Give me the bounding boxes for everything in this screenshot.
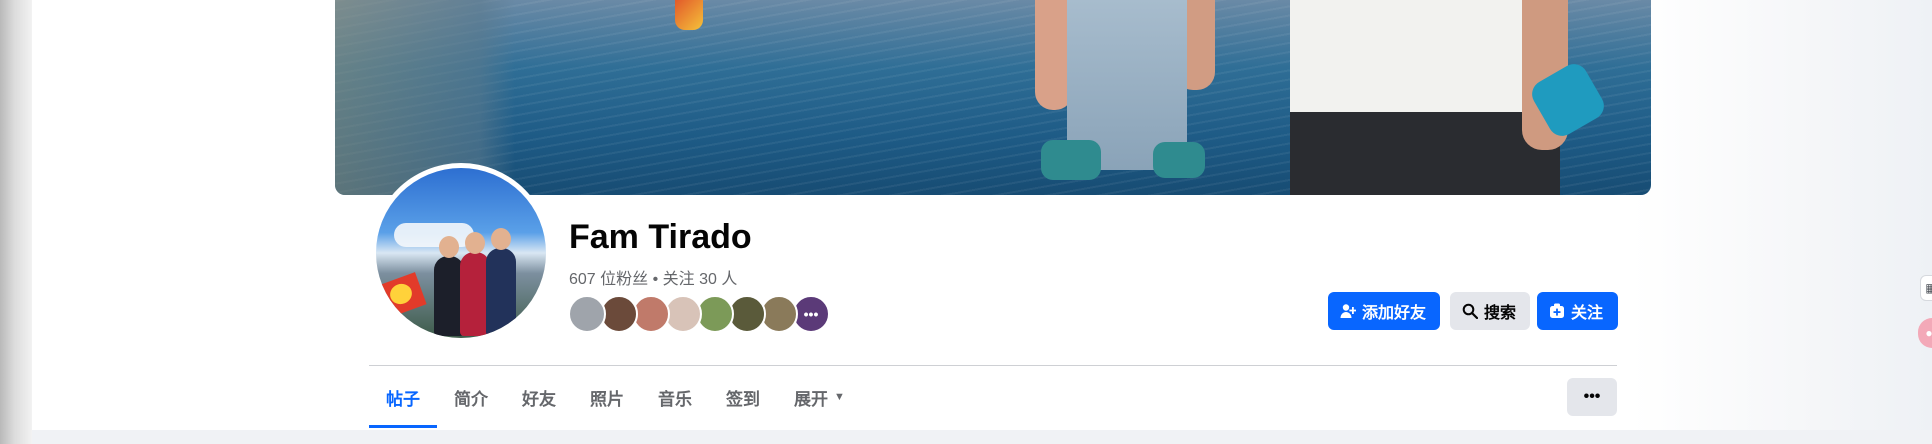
follow-icon (1549, 303, 1565, 319)
profile-tabs: 帖子 简介 好友 照片 音乐 签到 展开 ▼ (369, 366, 862, 428)
search-button[interactable]: 搜索 (1450, 292, 1530, 330)
friend-avatar-row: ••• (568, 295, 830, 333)
avatar-head-1 (439, 236, 459, 258)
cover-adult-figure (1290, 0, 1609, 195)
search-icon (1462, 303, 1478, 319)
add-friend-icon (1340, 303, 1356, 319)
caret-down-icon: ▼ (834, 391, 845, 403)
cover-child-shoe-left (1041, 140, 1101, 180)
tab-friends[interactable]: 好友 (505, 366, 573, 428)
feed-background (32, 430, 1932, 444)
avatar-head-3 (491, 228, 511, 250)
cover-shore (335, 0, 515, 195)
avatar-cloud (394, 223, 474, 247)
avatar-head-2 (465, 232, 485, 254)
tab-posts-label: 帖子 (386, 389, 420, 409)
profile-avatar-photo (376, 168, 546, 338)
cover-adult-shirt (1290, 0, 1560, 120)
tab-posts[interactable]: 帖子 (369, 366, 437, 428)
avatar-person-3 (486, 248, 516, 336)
tab-checkins-label: 签到 (726, 389, 760, 409)
tab-music[interactable]: 音乐 (641, 366, 709, 428)
add-friend-label: 添加好友 (1362, 305, 1427, 322)
cover-flag-detail (675, 0, 703, 30)
follower-stats[interactable]: 607 位粉丝 • 关注 30 人 (569, 265, 737, 289)
profile-avatar[interactable] (371, 163, 551, 343)
cover-adult-pants (1290, 112, 1560, 195)
tab-friends-label: 好友 (522, 389, 556, 409)
tab-more-dropdown[interactable]: 展开 ▼ (777, 366, 862, 428)
add-friend-button[interactable]: 添加好友 (1328, 292, 1440, 330)
tab-about[interactable]: 简介 (437, 366, 505, 428)
cover-child-figure (1035, 0, 1255, 195)
tab-about-label: 简介 (454, 389, 488, 409)
window-edge-shadow (0, 0, 32, 444)
tab-photos[interactable]: 照片 (573, 366, 641, 428)
follow-label: 关注 (1571, 305, 1604, 322)
more-options-button[interactable]: ••• (1567, 378, 1617, 416)
cover-photo[interactable] (335, 0, 1651, 195)
tab-music-label: 音乐 (658, 389, 692, 409)
cover-child-shoe-right (1153, 142, 1205, 178)
search-label: 搜索 (1484, 305, 1517, 322)
follow-button[interactable]: 关注 (1537, 292, 1618, 330)
side-panel-grid-icon[interactable]: ▦ (1920, 275, 1932, 301)
tab-photos-label: 照片 (590, 389, 624, 409)
tab-more-label: 展开 (794, 389, 828, 409)
tab-checkins[interactable]: 签到 (709, 366, 777, 428)
profile-name: Fam Tirado (569, 218, 752, 256)
friend-avatar-1[interactable] (568, 295, 606, 333)
page-side-background (1632, 0, 1932, 430)
